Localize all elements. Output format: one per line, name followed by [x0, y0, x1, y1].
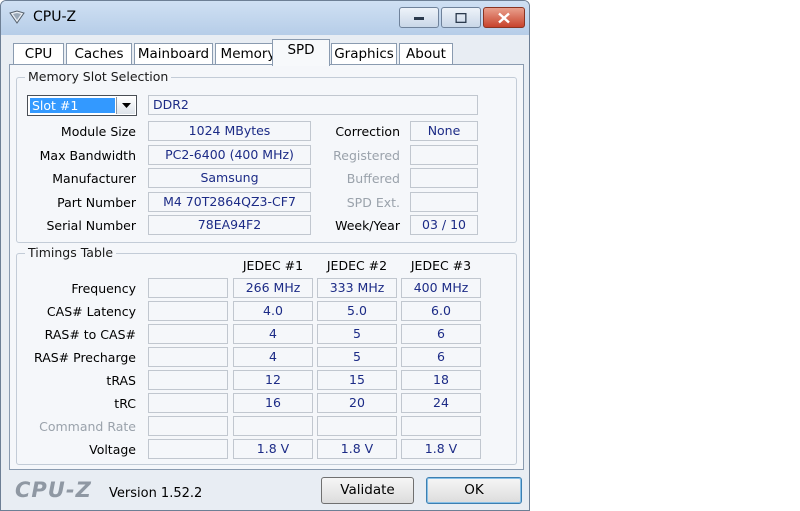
registered-label: Registered: [333, 148, 400, 163]
maximize-button[interactable]: [441, 7, 481, 28]
timing-cell: 5.0: [317, 301, 397, 321]
timings-column-header: JEDEC #1: [242, 258, 304, 273]
close-icon: [498, 12, 510, 23]
version-label: Version 1.52.2: [109, 486, 203, 501]
module-size-label: Module Size: [60, 124, 136, 139]
tab-mainboard[interactable]: Mainboard: [134, 43, 213, 65]
timing-cell: [148, 301, 228, 321]
validate-button[interactable]: Validate: [321, 477, 414, 504]
tab-spd[interactable]: SPD: [272, 39, 330, 66]
timing-cell: 6: [401, 324, 481, 344]
max-bandwidth-label: Max Bandwidth: [39, 148, 136, 163]
part-number-field: M4 70T2864QZ3-CF7: [148, 192, 311, 212]
serial-number-label: Serial Number: [46, 218, 136, 233]
timing-cell: [148, 370, 228, 390]
manufacturer-field: Samsung: [148, 168, 311, 188]
timing-cell: 4: [233, 347, 313, 367]
window-title: CPU-Z: [33, 9, 77, 25]
spd-panel: Memory Slot Selection Slot #1 DDR2 Modul…: [9, 64, 524, 470]
cpuz-app-icon: [9, 10, 25, 24]
timing-cell: [148, 416, 228, 436]
buffered-label: Buffered: [346, 171, 400, 186]
minimize-button[interactable]: [399, 7, 439, 28]
timing-cell: [148, 278, 228, 298]
timing-cell: 1.8 V: [401, 439, 481, 459]
timing-cell: [148, 324, 228, 344]
ok-button[interactable]: OK: [426, 477, 522, 504]
spd-ext-field: [410, 192, 478, 212]
registered-field: [410, 145, 478, 165]
chevron-down-icon: [122, 103, 131, 108]
timing-cell: [148, 393, 228, 413]
timing-cell: [148, 439, 228, 459]
timing-label-cas-latency: CAS# Latency: [46, 304, 136, 319]
manufacturer-label: Manufacturer: [52, 171, 136, 186]
cpuz-logo: CPU-Z: [15, 478, 92, 502]
timing-label-command-rate: Command Rate: [39, 419, 136, 434]
timing-cell: 266 MHz: [233, 278, 313, 298]
timing-label-voltage: Voltage: [89, 442, 136, 457]
timing-cell: 5: [317, 347, 397, 367]
timing-label-frequency: Frequency: [71, 281, 136, 296]
timing-cell: 4: [233, 324, 313, 344]
timing-cell: 20: [317, 393, 397, 413]
timing-cell: 16: [233, 393, 313, 413]
part-number-label: Part Number: [57, 195, 136, 210]
timing-cell: [148, 347, 228, 367]
timings-group: Timings Table JEDEC #1 JEDEC #2 JEDEC #3…: [16, 245, 517, 465]
minimize-icon: [414, 16, 424, 20]
title-bar[interactable]: CPU-Z: [1, 1, 529, 35]
timing-cell: [233, 416, 313, 436]
slot-select-value: Slot #1: [30, 98, 115, 113]
timing-label-ras-precharge: RAS# Precharge: [34, 350, 136, 365]
timing-cell: 6.0: [401, 301, 481, 321]
spd-ext-label: SPD Ext.: [346, 195, 400, 210]
timings-group-title: Timings Table: [25, 245, 117, 260]
timing-cell: 24: [401, 393, 481, 413]
tab-caches[interactable]: Caches: [66, 43, 132, 65]
timing-label-ras-to-cas: RAS# to CAS#: [44, 327, 136, 342]
close-button[interactable]: [483, 7, 525, 28]
correction-field: None: [410, 121, 478, 141]
timing-cell: [401, 416, 481, 436]
correction-label: Correction: [335, 124, 400, 139]
memory-type-field: DDR2: [148, 95, 478, 115]
timing-cell: 15: [317, 370, 397, 390]
maximize-icon: [455, 12, 467, 23]
timings-column-header: JEDEC #3: [410, 258, 472, 273]
slot-select-dropdown-button[interactable]: [116, 97, 135, 114]
timing-cell: 6: [401, 347, 481, 367]
tab-graphics[interactable]: Graphics: [331, 43, 397, 65]
timing-cell: 12: [233, 370, 313, 390]
timing-label-trc: tRC: [114, 396, 136, 411]
timing-cell: 5: [317, 324, 397, 344]
module-size-field: 1024 MBytes: [148, 121, 311, 141]
serial-number-field: 78EA94F2: [148, 215, 311, 235]
timing-cell: [317, 416, 397, 436]
timing-cell: 400 MHz: [401, 278, 481, 298]
footer-bar: CPU-Z Version 1.52.2 Validate OK: [1, 473, 529, 510]
memory-slot-group-title: Memory Slot Selection: [25, 69, 172, 84]
timings-column-header: JEDEC #2: [326, 258, 388, 273]
timing-cell: 1.8 V: [233, 439, 313, 459]
timing-label-tras: tRAS: [106, 373, 136, 388]
timing-cell: 18: [401, 370, 481, 390]
tab-cpu[interactable]: CPU: [13, 43, 64, 65]
week-year-label: Week/Year: [335, 218, 400, 233]
max-bandwidth-field: PC2-6400 (400 MHz): [148, 145, 311, 165]
tab-about[interactable]: About: [399, 43, 453, 65]
timing-cell: 4.0: [233, 301, 313, 321]
buffered-field: [410, 168, 478, 188]
timing-cell: 1.8 V: [317, 439, 397, 459]
cpuz-window: CPU-Z CPU Caches Mainboard Memory SPD Gr…: [0, 0, 530, 511]
slot-select[interactable]: Slot #1: [27, 95, 137, 116]
memory-slot-group: Memory Slot Selection Slot #1 DDR2 Modul…: [16, 69, 517, 243]
week-year-field: 03 / 10: [410, 215, 478, 235]
timing-cell: 333 MHz: [317, 278, 397, 298]
